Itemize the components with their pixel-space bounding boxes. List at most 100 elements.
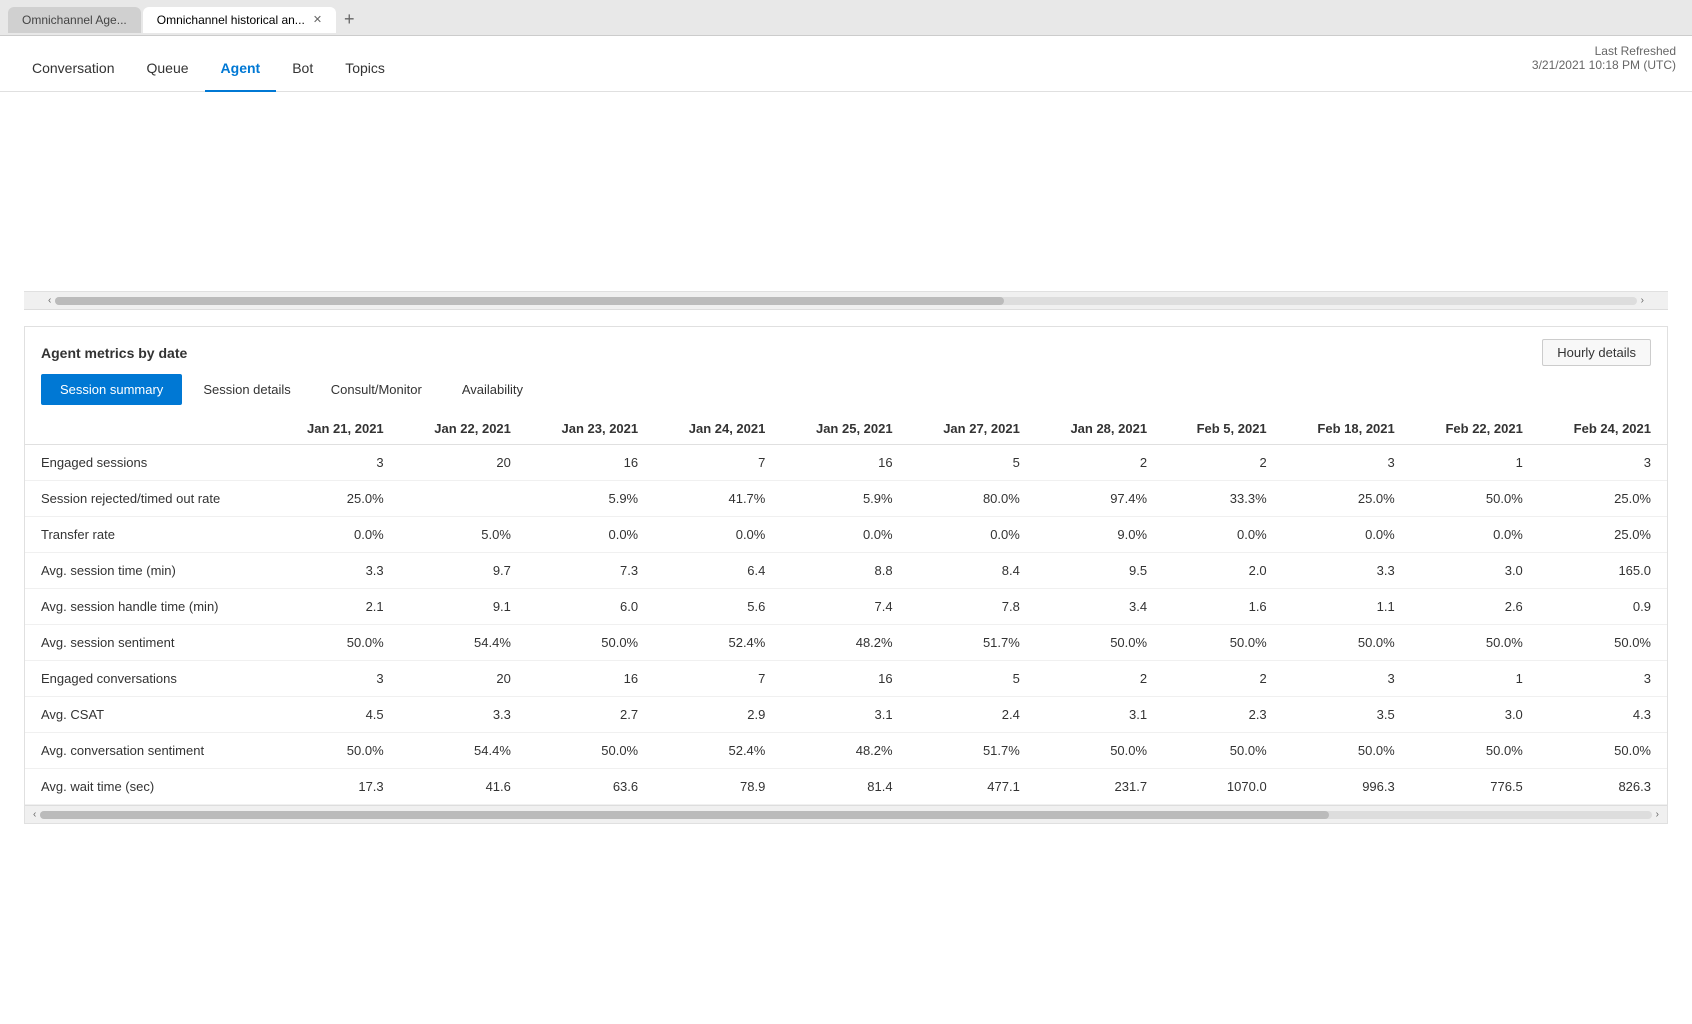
- chart-scrollbar[interactable]: ‹ ›: [24, 292, 1668, 310]
- cell-4-9: 2.6: [1411, 589, 1539, 625]
- cell-2-8: 0.0%: [1283, 517, 1411, 553]
- table-container[interactable]: Jan 21, 2021 Jan 22, 2021 Jan 23, 2021 J…: [25, 413, 1667, 823]
- cell-5-5: 51.7%: [909, 625, 1036, 661]
- row-label-6: Engaged conversations: [25, 661, 272, 697]
- cell-2-10: 25.0%: [1539, 517, 1667, 553]
- table-row: Transfer rate0.0%5.0%0.0%0.0%0.0%0.0%9.0…: [25, 517, 1667, 553]
- nav-item-conversation[interactable]: Conversation: [16, 46, 131, 92]
- cell-9-0: 17.3: [272, 769, 399, 805]
- col-header-feb18: Feb 18, 2021: [1283, 413, 1411, 445]
- cell-2-0: 0.0%: [272, 517, 399, 553]
- metrics-section: Agent metrics by date Hourly details Ses…: [24, 326, 1668, 824]
- cell-1-2: 5.9%: [527, 481, 654, 517]
- cell-3-4: 8.8: [781, 553, 908, 589]
- content-area[interactable]: ‹ › Agent metrics by date Hourly details…: [0, 92, 1692, 1024]
- col-header-jan23: Jan 23, 2021: [527, 413, 654, 445]
- cell-5-3: 52.4%: [654, 625, 781, 661]
- col-header-jan28: Jan 28, 2021: [1036, 413, 1163, 445]
- cell-4-5: 7.8: [909, 589, 1036, 625]
- cell-8-5: 51.7%: [909, 733, 1036, 769]
- scroll-left-icon[interactable]: ‹: [44, 295, 55, 306]
- last-refreshed: Last Refreshed 3/21/2021 10:18 PM (UTC): [1532, 44, 1676, 72]
- nav-item-agent[interactable]: Agent: [205, 46, 277, 92]
- cell-4-0: 2.1: [272, 589, 399, 625]
- bottom-scroll-track: [40, 811, 1651, 819]
- cell-2-7: 0.0%: [1163, 517, 1283, 553]
- cell-8-10: 50.0%: [1539, 733, 1667, 769]
- browser-tab-2[interactable]: Omnichannel historical an... ✕: [143, 7, 336, 33]
- cell-9-8: 996.3: [1283, 769, 1411, 805]
- col-header-feb22: Feb 22, 2021: [1411, 413, 1539, 445]
- table-row: Avg. wait time (sec)17.341.663.678.981.4…: [25, 769, 1667, 805]
- row-label-3: Avg. session time (min): [25, 553, 272, 589]
- cell-1-9: 50.0%: [1411, 481, 1539, 517]
- app-container: Conversation Queue Agent Bot Topics Last…: [0, 36, 1692, 1024]
- cell-0-0: 3: [272, 445, 399, 481]
- last-refreshed-value: 3/21/2021 10:18 PM (UTC): [1532, 58, 1676, 72]
- browser-tab-bar: Omnichannel Age... Omnichannel historica…: [0, 0, 1692, 36]
- cell-7-4: 3.1: [781, 697, 908, 733]
- table-row: Engaged sessions32016716522313: [25, 445, 1667, 481]
- cell-3-7: 2.0: [1163, 553, 1283, 589]
- table-header-row: Jan 21, 2021 Jan 22, 2021 Jan 23, 2021 J…: [25, 413, 1667, 445]
- cell-0-6: 2: [1036, 445, 1163, 481]
- cell-4-1: 9.1: [400, 589, 527, 625]
- cell-4-4: 7.4: [781, 589, 908, 625]
- tab-session-details[interactable]: Session details: [184, 374, 309, 405]
- cell-8-2: 50.0%: [527, 733, 654, 769]
- cell-9-10: 826.3: [1539, 769, 1667, 805]
- bottom-scroll-thumb: [40, 811, 1329, 819]
- table-scroll-left-icon[interactable]: ‹: [29, 809, 40, 820]
- table-scroll-right-icon[interactable]: ›: [1652, 809, 1663, 820]
- row-label-1: Session rejected/timed out rate: [25, 481, 272, 517]
- metrics-table: Jan 21, 2021 Jan 22, 2021 Jan 23, 2021 J…: [25, 413, 1667, 805]
- cell-5-6: 50.0%: [1036, 625, 1163, 661]
- cell-0-7: 2: [1163, 445, 1283, 481]
- cell-6-7: 2: [1163, 661, 1283, 697]
- col-header-jan27: Jan 27, 2021: [909, 413, 1036, 445]
- cell-6-6: 2: [1036, 661, 1163, 697]
- cell-2-2: 0.0%: [527, 517, 654, 553]
- nav-item-topics[interactable]: Topics: [329, 46, 401, 92]
- metrics-title: Agent metrics by date: [41, 345, 187, 361]
- tab-availability[interactable]: Availability: [443, 374, 542, 405]
- nav-item-queue[interactable]: Queue: [131, 46, 205, 92]
- cell-2-4: 0.0%: [781, 517, 908, 553]
- cell-4-7: 1.6: [1163, 589, 1283, 625]
- browser-tab-1-label: Omnichannel Age...: [22, 13, 127, 27]
- nav-item-bot[interactable]: Bot: [276, 46, 329, 92]
- cell-2-9: 0.0%: [1411, 517, 1539, 553]
- cell-0-10: 3: [1539, 445, 1667, 481]
- cell-6-4: 16: [781, 661, 908, 697]
- hourly-details-button[interactable]: Hourly details: [1542, 339, 1651, 366]
- row-label-8: Avg. conversation sentiment: [25, 733, 272, 769]
- close-icon[interactable]: ✕: [313, 13, 322, 26]
- table-bottom-scrollbar[interactable]: ‹ ›: [25, 805, 1667, 823]
- tab-session-summary[interactable]: Session summary: [41, 374, 182, 405]
- cell-3-2: 7.3: [527, 553, 654, 589]
- cell-7-10: 4.3: [1539, 697, 1667, 733]
- new-tab-button[interactable]: +: [338, 9, 361, 30]
- cell-0-4: 16: [781, 445, 908, 481]
- cell-7-1: 3.3: [400, 697, 527, 733]
- cell-1-8: 25.0%: [1283, 481, 1411, 517]
- row-label-2: Transfer rate: [25, 517, 272, 553]
- scroll-track: [55, 297, 1636, 305]
- cell-9-2: 63.6: [527, 769, 654, 805]
- cell-0-8: 3: [1283, 445, 1411, 481]
- cell-5-9: 50.0%: [1411, 625, 1539, 661]
- tab-consult-monitor[interactable]: Consult/Monitor: [312, 374, 441, 405]
- cell-6-3: 7: [654, 661, 781, 697]
- cell-8-4: 48.2%: [781, 733, 908, 769]
- cell-3-5: 8.4: [909, 553, 1036, 589]
- cell-6-1: 20: [400, 661, 527, 697]
- table-row: Avg. CSAT4.53.32.72.93.12.43.12.33.53.04…: [25, 697, 1667, 733]
- cell-5-2: 50.0%: [527, 625, 654, 661]
- cell-7-3: 2.9: [654, 697, 781, 733]
- col-header-feb24: Feb 24, 2021: [1539, 413, 1667, 445]
- sub-tabs: Session summary Session details Consult/…: [25, 366, 1667, 405]
- cell-7-2: 2.7: [527, 697, 654, 733]
- scroll-right-icon[interactable]: ›: [1637, 295, 1648, 306]
- browser-tab-1[interactable]: Omnichannel Age...: [8, 7, 141, 33]
- cell-4-8: 1.1: [1283, 589, 1411, 625]
